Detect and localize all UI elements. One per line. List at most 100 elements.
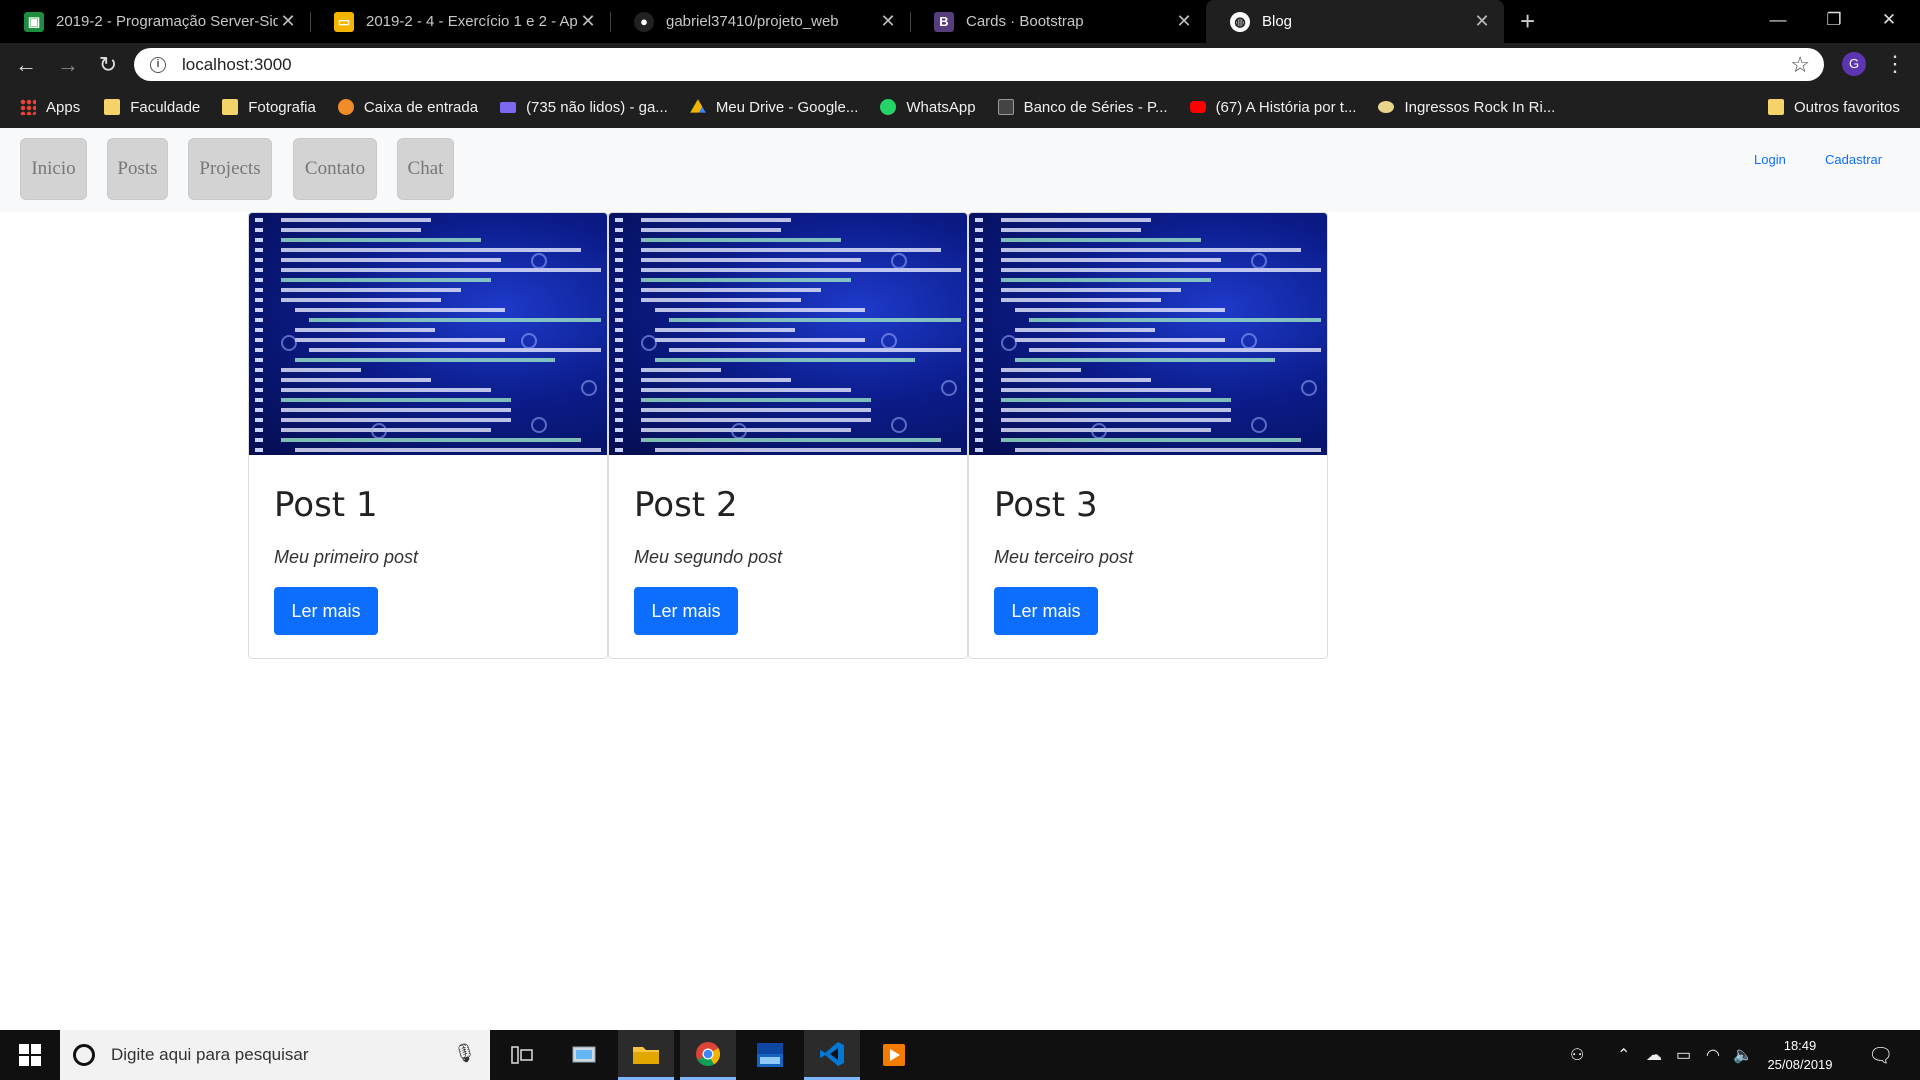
tab-blog[interactable]: ◍ Blog ✕ (1206, 0, 1504, 43)
code-line-number (615, 318, 623, 322)
system-clock[interactable]: 18:49 25/08/2019 (1754, 1036, 1846, 1074)
code-line (641, 228, 781, 232)
windows-start-icon[interactable] (0, 1030, 60, 1080)
volume-icon[interactable]: 🔈 (1733, 1030, 1753, 1080)
whatsapp-icon (880, 99, 897, 115)
tab-exercicio[interactable]: ▭ 2019-2 - 4 - Exercício 1 e 2 - Apresen… (310, 0, 610, 43)
chevron-up-icon[interactable]: ⌃ (1617, 1030, 1630, 1080)
code-line-number (615, 388, 623, 392)
chrome-icon[interactable] (680, 1030, 736, 1080)
task-view-icon[interactable] (494, 1030, 550, 1080)
microphone-icon[interactable]: 🎙 (453, 1043, 476, 1064)
bookmark-outros-favoritos[interactable]: Outros favoritos (1768, 99, 1900, 116)
nav-contato[interactable]: Contato (293, 138, 377, 200)
vscode-icon[interactable] (804, 1030, 860, 1080)
code-line-number (975, 438, 983, 442)
bookmark-banco-series[interactable]: Banco de Séries - P... (997, 99, 1168, 116)
address-url[interactable]: localhost:3000 (182, 55, 292, 75)
github-icon: ● (634, 11, 654, 32)
code-line (641, 418, 871, 422)
bookmark-drive[interactable]: Meu Drive - Google... (689, 99, 858, 116)
notifications-icon[interactable]: 🗨 (1868, 1030, 1893, 1080)
code-thumbnail-image (609, 213, 967, 455)
nav-inicio[interactable]: Inicio (20, 138, 87, 200)
bookmark-label: Outros favoritos (1794, 98, 1900, 116)
code-line (1001, 298, 1161, 302)
code-line-number (255, 298, 263, 302)
tab-github[interactable]: ● gabriel37410/projeto_web ✕ (610, 0, 910, 43)
address-bar[interactable]: i localhost:3000 ☆ (134, 48, 1824, 81)
close-window-button[interactable]: ✕ (1866, 0, 1912, 40)
code-line-number (255, 348, 263, 352)
tab-title: Cards · Bootstrap (966, 13, 1084, 30)
code-line (655, 328, 795, 332)
bookmark-whatsapp[interactable]: WhatsApp (880, 98, 976, 116)
bookmark-label: Fotografia (248, 98, 316, 116)
wifi-icon[interactable]: ◠ (1706, 1030, 1720, 1080)
media-player-icon[interactable] (866, 1030, 922, 1080)
code-line (641, 248, 941, 252)
code-line-number (615, 408, 623, 412)
code-line (641, 408, 871, 412)
code-line (281, 378, 431, 382)
card-title: Post 3 (994, 485, 1098, 525)
bookmark-label: WhatsApp (906, 98, 976, 116)
bookmark-apps[interactable]: Apps (20, 99, 80, 116)
file-explorer-icon[interactable] (618, 1030, 674, 1080)
bookmark-fotografia[interactable]: Fotografia (222, 99, 316, 116)
nav-posts[interactable]: Posts (107, 138, 168, 200)
minimize-button[interactable]: — (1755, 0, 1801, 40)
close-icon[interactable]: ✕ (1174, 11, 1194, 32)
nav-projects[interactable]: Projects (188, 138, 272, 200)
code-line (281, 258, 501, 262)
bookmark-rock-in-rio[interactable]: Ingressos Rock In Ri... (1378, 99, 1555, 116)
bookmark-star-icon[interactable]: ☆ (1790, 52, 1810, 78)
onedrive-cloud-icon[interactable]: ☁ (1646, 1030, 1662, 1080)
code-line (309, 318, 601, 322)
nav-chat[interactable]: Chat (397, 138, 454, 200)
reload-icon[interactable]: ↻ (92, 49, 124, 81)
profile-avatar[interactable]: G (1842, 52, 1866, 76)
code-line-number (615, 438, 623, 442)
control-panel-icon[interactable] (556, 1030, 612, 1080)
tab-programacao[interactable]: ▣ 2019-2 - Programação Server-Side ✕ (0, 0, 310, 43)
code-line-number (615, 288, 623, 292)
site-navbar: Inicio Posts Projects Contato Chat Login… (0, 128, 1920, 212)
people-icon[interactable]: ⚇ (1570, 1030, 1584, 1080)
bookmark-label: Apps (46, 98, 81, 116)
code-line (281, 418, 511, 422)
back-arrow-icon[interactable]: ← (10, 49, 42, 81)
info-icon[interactable]: i (150, 56, 166, 73)
read-more-button[interactable]: Ler mais (634, 587, 738, 635)
close-icon[interactable]: ✕ (278, 11, 298, 32)
new-tab-button[interactable]: + (1520, 8, 1535, 34)
close-icon[interactable]: ✕ (878, 11, 898, 32)
more-menu-icon[interactable]: ⋮ (1884, 51, 1906, 77)
bookmark-faculdade[interactable]: Faculdade (104, 99, 200, 116)
restore-button[interactable]: ❐ (1811, 0, 1857, 40)
code-line-number (615, 268, 623, 272)
code-line-number (975, 258, 983, 262)
taskbar-search-box[interactable]: Digite aqui para pesquisar 🎙 (60, 1030, 490, 1080)
battery-icon[interactable]: ▭ (1676, 1030, 1691, 1080)
bookmark-caixa-entrada[interactable]: Caixa de entrada (337, 99, 478, 116)
read-more-button[interactable]: Ler mais (274, 587, 378, 635)
close-icon[interactable]: ✕ (578, 11, 598, 32)
bookmark-yahoo[interactable]: (735 não lidos) - ga... (500, 99, 668, 116)
code-line (1001, 418, 1231, 422)
tab-bootstrap[interactable]: B Cards · Bootstrap ✕ (910, 0, 1206, 43)
code-line (641, 218, 791, 222)
forward-arrow-icon[interactable]: → (52, 49, 84, 81)
read-more-button[interactable]: Ler mais (994, 587, 1098, 635)
close-icon[interactable]: ✕ (1472, 11, 1492, 32)
code-line-number (255, 378, 263, 382)
signup-link[interactable]: Cadastrar (1825, 152, 1882, 167)
folder-icon (1768, 99, 1784, 115)
devcpp-icon[interactable] (742, 1030, 798, 1080)
code-line-number (255, 428, 263, 432)
code-line-number (975, 378, 983, 382)
bookmark-youtube[interactable]: (67) A História por t... (1189, 99, 1356, 116)
watermark-swirl (521, 333, 537, 349)
login-link[interactable]: Login (1754, 152, 1786, 167)
bookmark-label: Faculdade (130, 98, 201, 116)
